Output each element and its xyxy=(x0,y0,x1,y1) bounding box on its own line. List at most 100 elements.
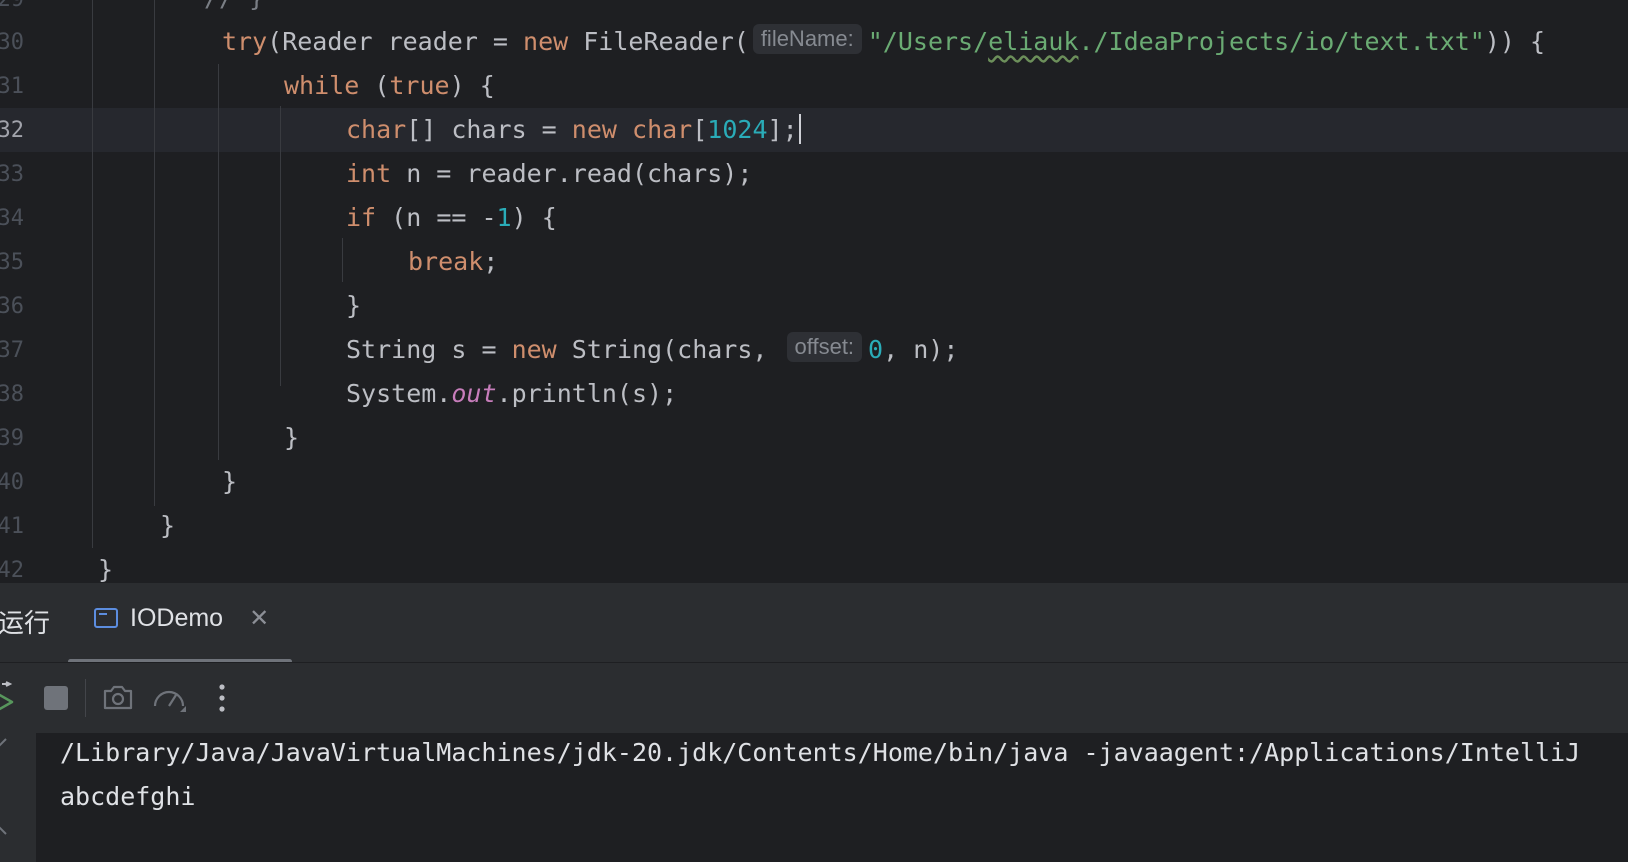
keyword: int xyxy=(346,159,392,188)
console-window-icon xyxy=(94,608,118,628)
code-line-40[interactable]: } xyxy=(222,460,237,504)
line-number: 34 xyxy=(0,206,24,231)
keyword: new xyxy=(511,335,557,364)
line-number: 36 xyxy=(0,294,24,319)
keyword: while xyxy=(284,71,360,100)
indent-guide xyxy=(154,0,155,506)
indent-guide xyxy=(280,106,281,386)
code-line-39[interactable]: } xyxy=(284,416,299,460)
code-text: } xyxy=(98,555,114,582)
code-text: (Reader reader = xyxy=(267,27,524,56)
run-tool-window-header: 运行 IODemo ✕ xyxy=(0,582,1628,664)
line-number: 30 xyxy=(0,30,24,55)
console-gutter xyxy=(0,733,36,862)
code-text: .println(s); xyxy=(496,379,678,408)
scroll-down-icon[interactable] xyxy=(0,821,16,841)
code-text: ) { xyxy=(511,203,557,232)
code-editor[interactable]: 29 30 31 32 33 34 35 36 37 38 39 40 41 4… xyxy=(0,0,1628,582)
code-text: String s = xyxy=(346,335,512,364)
code-text: System. xyxy=(346,379,452,408)
indent-guide xyxy=(342,238,343,282)
code-text: FileReader( xyxy=(568,27,749,56)
typo-underlined-word[interactable]: eliauk xyxy=(988,27,1078,56)
code-line-33[interactable]: int n = reader.read(chars); xyxy=(346,152,752,196)
code-line-34[interactable]: if (n == -1) { xyxy=(346,196,557,240)
line-number: 33 xyxy=(0,162,24,187)
code-text: n = reader.read(chars); xyxy=(391,159,753,188)
indent-guide xyxy=(218,64,219,460)
line-number: 38 xyxy=(0,382,24,407)
line-number: 41 xyxy=(0,514,24,539)
profiler-gauge-icon xyxy=(153,690,186,712)
stop-icon xyxy=(44,686,68,710)
code-line-35[interactable]: break; xyxy=(408,240,498,284)
code-text: String(chars, xyxy=(556,335,783,364)
code-text: } xyxy=(284,423,300,452)
stop-button[interactable] xyxy=(38,680,74,716)
screenshot-button[interactable] xyxy=(100,680,136,716)
number-literal: 1 xyxy=(496,203,512,232)
keyword: new xyxy=(571,115,617,144)
code-line-29[interactable]: // } xyxy=(204,0,264,20)
code-text: [] chars = xyxy=(406,115,572,144)
code-line-37[interactable]: String s = new String(chars, offset: 0, n… xyxy=(346,328,958,372)
keyword: char xyxy=(346,115,407,144)
indent-guide xyxy=(92,0,93,548)
code-text: )) { xyxy=(1484,27,1546,56)
keyword: if xyxy=(346,203,377,232)
code-line-31[interactable]: while (true) { xyxy=(284,64,495,108)
code-text: [ xyxy=(692,115,708,144)
more-vertical-icon xyxy=(219,684,225,712)
line-number: 40 xyxy=(0,470,24,495)
keyword: true xyxy=(389,71,450,100)
code-text: } xyxy=(346,291,362,320)
camera-icon xyxy=(103,685,133,710)
code-line-38[interactable]: System.out.println(s); xyxy=(346,372,677,416)
comment-text: // } xyxy=(204,0,264,12)
code-text: ) { xyxy=(449,71,495,100)
profiler-button[interactable] xyxy=(150,680,186,716)
line-number: 37 xyxy=(0,338,24,363)
console-output[interactable]: /Library/Java/JavaVirtualMachines/jdk-20… xyxy=(0,733,1628,862)
rerun-icon xyxy=(0,681,14,711)
string-part: "/Users/ xyxy=(867,27,989,56)
code-line-30[interactable]: try(Reader reader = new FileReader(fileN… xyxy=(222,20,1545,64)
keyword: break xyxy=(408,247,484,276)
code-text: ]; xyxy=(767,115,798,144)
more-options-button[interactable] xyxy=(204,680,240,716)
current-line-highlight xyxy=(0,108,1628,152)
line-number: 42 xyxy=(0,558,24,582)
code-text: ( xyxy=(359,71,390,100)
keyword: new xyxy=(523,27,569,56)
string-part: ./IdeaProjects/io/text.txt" xyxy=(1078,27,1485,56)
run-tab-label: IODemo xyxy=(130,603,224,632)
code-text: ; xyxy=(483,247,499,276)
text-caret xyxy=(798,114,801,144)
code-line-41[interactable]: } xyxy=(160,504,175,548)
parameter-hint: fileName: xyxy=(752,24,862,54)
code-line-32[interactable]: char[] chars = new char[1024]; xyxy=(346,108,801,152)
code-line-36[interactable]: } xyxy=(346,284,361,328)
close-icon[interactable]: ✕ xyxy=(249,604,269,633)
console-line-command: /Library/Java/JavaVirtualMachines/jdk-20… xyxy=(60,738,1581,767)
line-number: 29 xyxy=(0,0,24,22)
number-literal: 0 xyxy=(868,335,884,364)
run-panel-title: 运行 xyxy=(0,608,51,638)
string-literal: "/Users/eliauk./IdeaProjects/io/text.txt… xyxy=(868,27,1485,56)
scroll-up-icon[interactable] xyxy=(0,733,16,753)
code-text: (n == - xyxy=(376,203,497,232)
run-tab-iodemo[interactable]: IODemo ✕ xyxy=(86,595,277,641)
line-number-current: 32 xyxy=(0,118,24,143)
rerun-button[interactable] xyxy=(0,680,28,716)
code-text: } xyxy=(222,467,238,496)
code-text: } xyxy=(160,511,176,540)
code-line-42[interactable]: } xyxy=(98,548,113,582)
line-number: 35 xyxy=(0,250,24,275)
code-text: , n); xyxy=(883,335,959,364)
number-literal: 1024 xyxy=(707,115,768,144)
run-toolbar xyxy=(0,662,1628,733)
static-field: out xyxy=(451,379,497,408)
line-number: 31 xyxy=(0,74,24,99)
console-line-output: abcdefghi xyxy=(60,782,196,811)
